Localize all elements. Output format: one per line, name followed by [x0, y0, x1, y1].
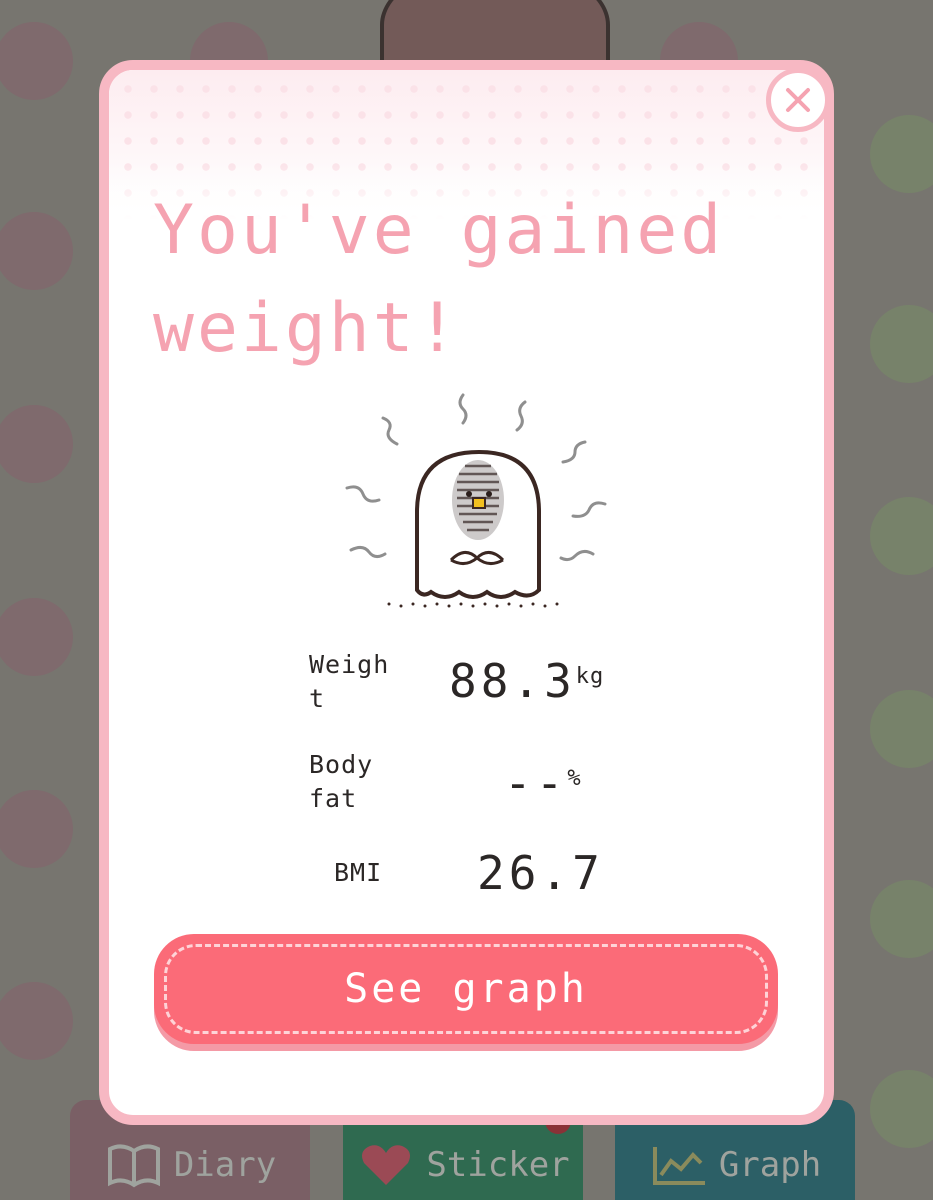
- weight-value: 88.3kg: [449, 654, 689, 708]
- tab-sticker-label: Sticker: [426, 1145, 570, 1185]
- tab-diary-label: Diary: [173, 1145, 277, 1185]
- bodyfat-value: --%: [504, 756, 744, 810]
- weight-unit: kg: [575, 664, 605, 689]
- bodyfat-label: Body fat: [309, 750, 374, 813]
- weight-label: Weigh t: [309, 650, 390, 713]
- bodyfat-number: --: [504, 756, 568, 810]
- heart-icon: [362, 1145, 411, 1185]
- close-icon: [786, 88, 810, 112]
- nervous-ghost-mascot: [345, 393, 607, 608]
- bmi-label: BMI: [334, 858, 383, 887]
- weight-number: 88.3: [449, 654, 576, 708]
- see-graph-button[interactable]: See graph: [154, 934, 778, 1044]
- book-icon: [107, 1144, 160, 1188]
- chart-icon: [652, 1147, 705, 1185]
- dialog-title: You've gained weight!: [153, 191, 725, 368]
- tab-graph-label: Graph: [718, 1145, 822, 1185]
- weight-gain-dialog: You've gained weight! Weigh t 88.3kg Bod…: [99, 60, 834, 1125]
- see-graph-label: See graph: [344, 966, 588, 1012]
- close-button[interactable]: [766, 68, 830, 132]
- bodyfat-unit: %: [567, 766, 582, 791]
- bmi-value: 26.7: [477, 846, 604, 900]
